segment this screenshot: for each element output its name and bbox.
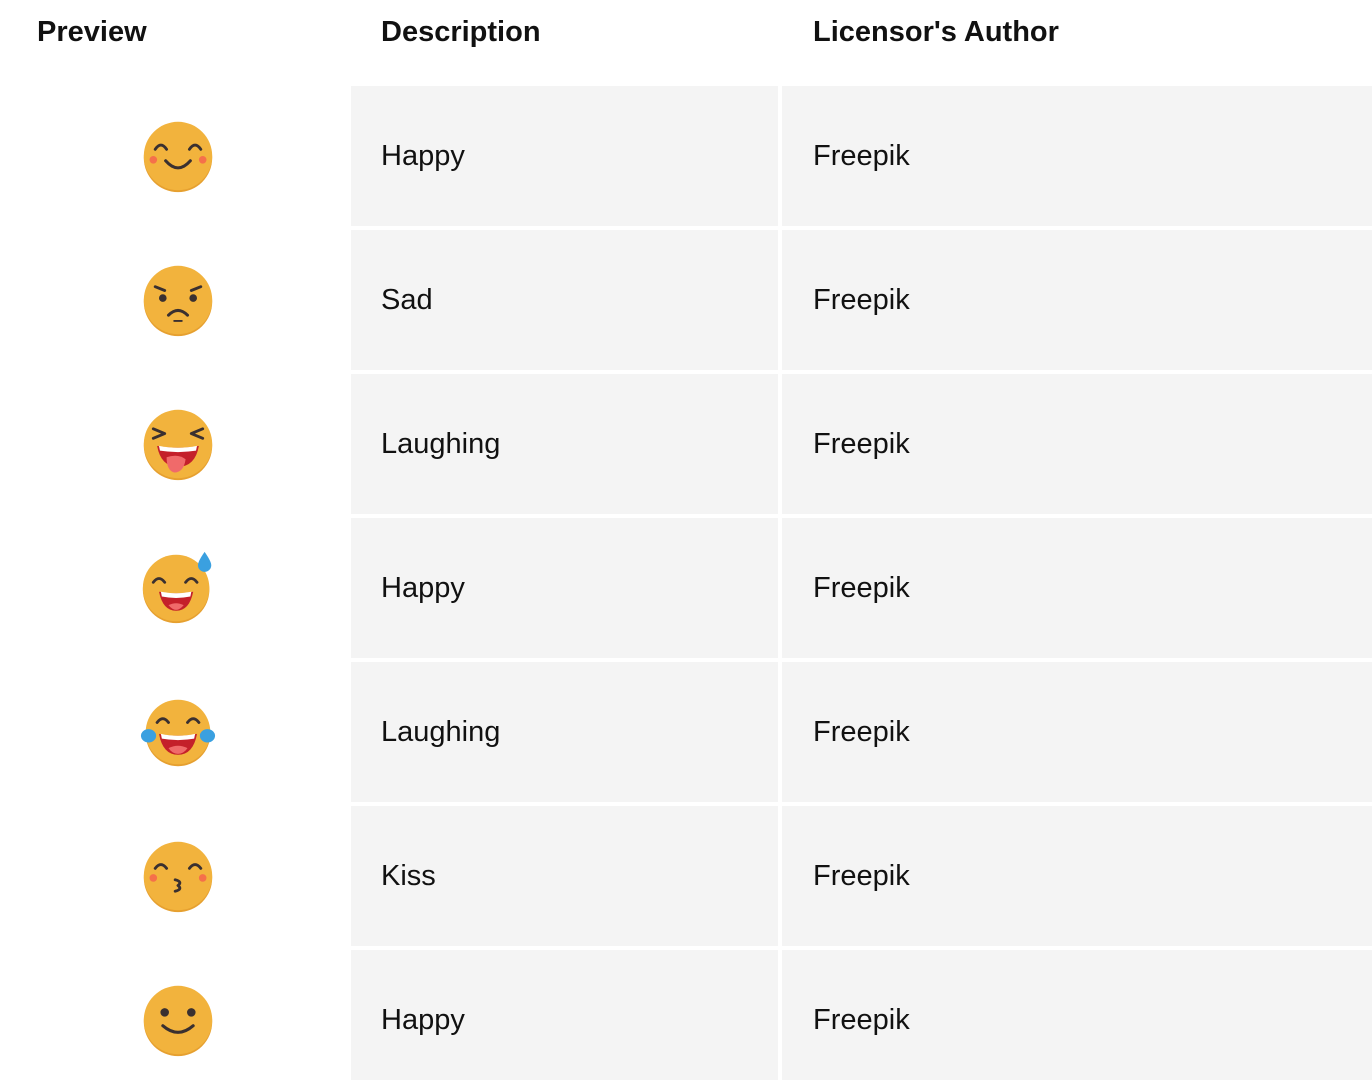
header-description: Description [381, 16, 541, 48]
table-row: Laughing Freepik [0, 374, 1372, 514]
author-cell: Freepik [782, 950, 1372, 1080]
preview-cell [0, 950, 351, 1080]
author-cell: Freepik [782, 806, 1372, 946]
table-header: Preview Description Licensor's Author [0, 0, 1372, 86]
happy-sweat-face-icon [142, 551, 212, 624]
preview-cell [0, 806, 351, 946]
emoji-license-table: Preview Description Licensor's Author Ha… [0, 0, 1372, 1080]
author-cell: Freepik [782, 374, 1372, 514]
description-text: Happy [381, 140, 465, 172]
description-cell: Happy [351, 518, 778, 658]
description-cell: Happy [351, 950, 778, 1080]
author-cell: Freepik [782, 518, 1372, 658]
description-cell: Happy [351, 86, 778, 226]
author-cell: Freepik [782, 662, 1372, 802]
happy-simple-face-icon [143, 985, 213, 1057]
description-cell: Kiss [351, 806, 778, 946]
preview-cell [0, 662, 351, 802]
table-row: Sad Freepik [0, 230, 1372, 370]
laughing-tears-face-icon [140, 699, 216, 767]
author-cell: Freepik [782, 230, 1372, 370]
table-row: Laughing Freepik [0, 662, 1372, 802]
description-cell: Laughing [351, 374, 778, 514]
author-text: Freepik [813, 860, 910, 892]
happy-smiling-face-icon [143, 121, 213, 193]
description-text: Laughing [381, 716, 501, 748]
author-text: Freepik [813, 572, 910, 604]
author-text: Freepik [813, 1004, 910, 1036]
description-text: Happy [381, 1004, 465, 1036]
table-row: Happy Freepik [0, 86, 1372, 226]
table-row: Happy Freepik [0, 950, 1372, 1080]
description-text: Kiss [381, 860, 436, 892]
header-preview: Preview [37, 16, 147, 48]
description-cell: Sad [351, 230, 778, 370]
author-text: Freepik [813, 284, 910, 316]
table-row: Happy Freepik [0, 518, 1372, 658]
preview-cell [0, 374, 351, 514]
laughing-tongue-face-icon [143, 409, 213, 481]
description-text: Sad [381, 284, 433, 316]
table-row: Kiss Freepik [0, 806, 1372, 946]
author-text: Freepik [813, 716, 910, 748]
sad-face-icon [143, 265, 213, 337]
author-text: Freepik [813, 140, 910, 172]
preview-cell [0, 230, 351, 370]
description-text: Laughing [381, 428, 501, 460]
author-cell: Freepik [782, 86, 1372, 226]
kiss-face-icon [143, 841, 213, 913]
preview-cell [0, 518, 351, 658]
header-author: Licensor's Author [813, 16, 1059, 48]
preview-cell [0, 86, 351, 226]
description-text: Happy [381, 572, 465, 604]
author-text: Freepik [813, 428, 910, 460]
description-cell: Laughing [351, 662, 778, 802]
